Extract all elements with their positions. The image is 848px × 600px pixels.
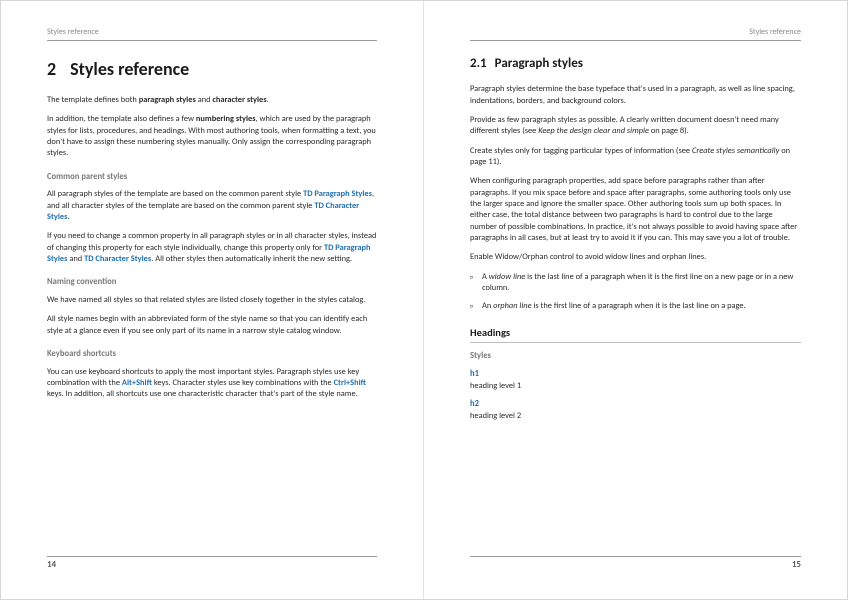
right-paragraph-1: Paragraph styles determine the base type… bbox=[470, 84, 801, 107]
key-ctrl-shift: Ctrl+Shift bbox=[334, 378, 366, 388]
running-head-right: Styles reference bbox=[470, 27, 801, 41]
chapter-number: 2 bbox=[47, 58, 56, 80]
bold-paragraph-styles: paragraph styles bbox=[139, 95, 196, 105]
section-number: 2.1 bbox=[470, 56, 487, 71]
list-item-orphan: An orphan line is the first line of a pa… bbox=[482, 301, 801, 312]
subhead-common-parent: Common parent styles bbox=[47, 172, 377, 184]
page-number-right: 15 bbox=[470, 556, 801, 571]
section-heading: 2.1 Paragraph styles bbox=[470, 55, 801, 73]
page-body-right: 2.1 Paragraph styles Paragraph styles det… bbox=[470, 55, 801, 556]
style-h2-label[interactable]: h2 bbox=[470, 399, 801, 411]
bold-character-styles: character styles bbox=[212, 95, 266, 105]
page-right: Styles reference 2.1 Paragraph styles Par… bbox=[424, 1, 847, 599]
right-paragraph-3: Create styles only for tagging particula… bbox=[470, 146, 801, 169]
page-number-left: 14 bbox=[47, 556, 377, 571]
running-head-left: Styles reference bbox=[47, 27, 377, 41]
intro-paragraph-1: The template defines both paragraph styl… bbox=[47, 95, 377, 106]
page-body-left: 2 Styles reference The template defines b… bbox=[47, 55, 377, 556]
subhead-headings: Headings bbox=[470, 326, 801, 343]
term-orphan-line: orphan line bbox=[493, 301, 531, 311]
subhead-keyboard: Keyboard shortcuts bbox=[47, 349, 377, 361]
style-h2-desc: heading level 2 bbox=[470, 411, 801, 422]
bold-numbering-styles: numbering styles bbox=[196, 114, 256, 124]
chapter-heading: 2 Styles reference bbox=[47, 57, 377, 81]
common-paragraph-2: If you need to change a common property … bbox=[47, 231, 377, 265]
link-td-paragraph-styles[interactable]: TD Paragraph Styles bbox=[303, 189, 372, 199]
chapter-title: Styles reference bbox=[70, 58, 189, 80]
right-paragraph-4: When configuring paragraph properties, a… bbox=[470, 176, 801, 244]
right-paragraph-5: Enable Widow/Orphan control to avoid wid… bbox=[470, 252, 801, 263]
style-h1-label[interactable]: h1 bbox=[470, 369, 801, 381]
page-spread: Styles reference 2 Styles reference The t… bbox=[0, 0, 848, 600]
page-left: Styles reference 2 Styles reference The t… bbox=[1, 1, 424, 599]
common-paragraph-1: All paragraph styles of the template are… bbox=[47, 189, 377, 223]
list-item-widow: A widow line is the last line of a parag… bbox=[482, 272, 801, 295]
section-title: Paragraph styles bbox=[495, 56, 583, 71]
subhead-styles: Styles bbox=[470, 351, 801, 363]
link-td-character-styles-2[interactable]: TD Character Styles bbox=[84, 254, 151, 264]
term-widow-line: widow line bbox=[489, 272, 526, 282]
intro-paragraph-2: In addition, the template also defines a… bbox=[47, 114, 377, 159]
naming-paragraph-2: All style names begin with an abbreviate… bbox=[47, 314, 377, 337]
xref-create-styles-semantically: Create styles semantically bbox=[692, 146, 779, 156]
naming-paragraph-1: We have named all styles so that related… bbox=[47, 295, 377, 306]
keyboard-paragraph: You can use keyboard shortcuts to apply … bbox=[47, 367, 377, 401]
key-alt-shift: Alt+Shift bbox=[122, 378, 152, 388]
widow-orphan-list: A widow line is the last line of a parag… bbox=[470, 272, 801, 312]
style-h1-desc: heading level 1 bbox=[470, 381, 801, 392]
subhead-naming: Naming convention bbox=[47, 277, 377, 289]
right-paragraph-2: Provide as few paragraph styles as possi… bbox=[470, 115, 801, 138]
xref-keep-design-clear: Keep the design clear and simple bbox=[538, 126, 649, 136]
